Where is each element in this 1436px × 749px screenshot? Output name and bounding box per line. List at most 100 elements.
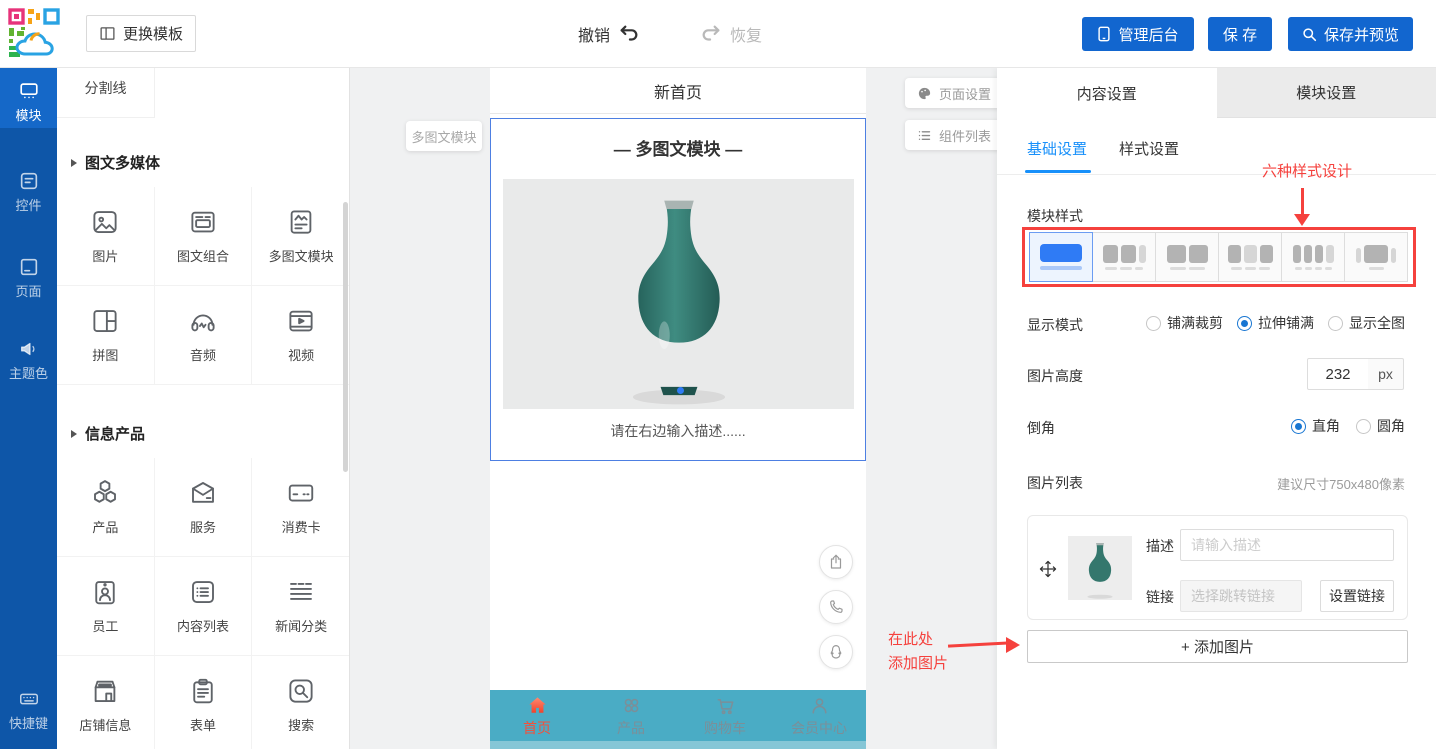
display-mode-options: 铺满裁剪 拉伸铺满 显示全图 bbox=[1146, 313, 1405, 333]
redo-icon bbox=[700, 23, 722, 45]
vase-thumbnail bbox=[1081, 542, 1119, 600]
image-size-hint: 建议尺寸750x480像素 bbox=[1277, 474, 1405, 493]
component-item-form[interactable]: 表单 bbox=[155, 656, 253, 749]
component-item-news-category[interactable]: 新闻分类 bbox=[252, 557, 350, 656]
module-image[interactable] bbox=[503, 179, 854, 409]
nav-item-products[interactable]: 产品 bbox=[584, 690, 678, 741]
tab-module-settings[interactable]: 模块设置 bbox=[1217, 68, 1436, 118]
component-item-puzzle[interactable]: 拼图 bbox=[57, 286, 155, 385]
mobile-icon bbox=[1097, 26, 1111, 42]
radio-fill-crop[interactable]: 铺满裁剪 bbox=[1146, 313, 1223, 333]
search-icon bbox=[1302, 27, 1317, 42]
headphones-icon bbox=[188, 306, 218, 336]
image-height-input[interactable] bbox=[1307, 358, 1369, 390]
admin-backend-button[interactable]: 管理后台 bbox=[1082, 17, 1194, 51]
image-thumbnail[interactable] bbox=[1068, 536, 1132, 600]
section-header-media[interactable]: 图文多媒体 bbox=[57, 152, 350, 173]
component-list-button[interactable]: 组件列表 bbox=[905, 120, 1005, 150]
style-option-3[interactable] bbox=[1155, 232, 1219, 282]
id-badge-icon bbox=[90, 577, 120, 607]
component-item-content-list[interactable]: 内容列表 bbox=[155, 557, 253, 656]
qq-fab[interactable] bbox=[819, 635, 853, 669]
style-option-5[interactable] bbox=[1281, 232, 1345, 282]
clipboard-icon bbox=[188, 676, 218, 706]
component-item-consume-card[interactable]: 消费卡 bbox=[252, 458, 350, 557]
image-list-label: 图片列表 bbox=[1027, 473, 1083, 493]
change-template-label: 更换模板 bbox=[123, 23, 183, 44]
redo-button[interactable]: 恢复 bbox=[700, 18, 762, 50]
annotation-arrow-right-head bbox=[1006, 637, 1020, 653]
module-floating-label: 多图文模块 bbox=[406, 121, 482, 151]
radio-stretch-fill[interactable]: 拉伸铺满 bbox=[1237, 313, 1314, 333]
template-icon bbox=[99, 25, 116, 42]
link-input[interactable] bbox=[1180, 580, 1302, 612]
component-item-search[interactable]: 搜索 bbox=[252, 656, 350, 749]
panel-scrollbar[interactable] bbox=[343, 202, 348, 472]
nav-item-member-center[interactable]: 会员中心 bbox=[772, 690, 866, 741]
editor-canvas: 多图文模块 新首页 — 多图文模块 — bbox=[350, 68, 997, 749]
rail-item-modules[interactable]: 模块 bbox=[0, 68, 57, 128]
image-icon bbox=[90, 207, 120, 237]
annotation-arrow-down bbox=[1301, 188, 1304, 216]
multi-image-module-selected[interactable]: — 多图文模块 — 请在右边输入描述...... bbox=[490, 118, 866, 461]
controls-icon bbox=[18, 170, 40, 192]
component-item-audio[interactable]: 音频 bbox=[155, 286, 253, 385]
radio-round-corner[interactable]: 圆角 bbox=[1356, 416, 1405, 436]
card-icon bbox=[286, 478, 316, 508]
cubes-icon bbox=[90, 478, 120, 508]
radio-show-full[interactable]: 显示全图 bbox=[1328, 313, 1405, 333]
phone-fab[interactable] bbox=[819, 590, 853, 624]
undo-button[interactable]: 撤销 bbox=[578, 18, 640, 50]
set-link-button[interactable]: 设置链接 bbox=[1320, 580, 1394, 612]
component-item-divider[interactable]: 分割线 bbox=[57, 68, 155, 118]
rail-item-theme-color[interactable]: 主题色 bbox=[0, 338, 57, 382]
style-option-1-selected[interactable] bbox=[1029, 232, 1093, 282]
subtab-style-settings[interactable]: 样式设置 bbox=[1119, 138, 1179, 159]
subtab-basic-settings[interactable]: 基础设置 bbox=[1027, 138, 1087, 159]
rail-item-controls[interactable]: 控件 bbox=[0, 170, 57, 214]
list-menu-icon bbox=[917, 128, 932, 143]
component-item-video[interactable]: 视频 bbox=[252, 286, 350, 385]
qq-icon bbox=[827, 643, 845, 661]
media-grid: 图片 图文组合 多图文模块 拼图 音频 视频 bbox=[57, 187, 350, 385]
rail-item-pages[interactable]: 页面 bbox=[0, 256, 57, 300]
style-option-2[interactable] bbox=[1092, 232, 1156, 282]
cart-icon bbox=[714, 694, 737, 717]
component-item-image[interactable]: 图片 bbox=[57, 187, 155, 286]
radio-icon bbox=[1356, 419, 1371, 434]
nav-item-home[interactable]: 首页 bbox=[490, 690, 584, 741]
component-item-shop-info[interactable]: 店铺信息 bbox=[57, 656, 155, 749]
lines-icon bbox=[286, 577, 316, 607]
component-item-multi-image-module[interactable]: 多图文模块 bbox=[252, 187, 350, 286]
video-icon bbox=[286, 306, 316, 336]
home-icon bbox=[526, 694, 549, 717]
desc-input[interactable] bbox=[1180, 529, 1394, 561]
add-image-button[interactable]: + 添加图片 bbox=[1027, 630, 1408, 663]
desc-field-label: 描述 bbox=[1146, 536, 1174, 556]
storefront-icon bbox=[90, 676, 120, 706]
share-fab[interactable] bbox=[819, 545, 853, 579]
phone-bottom-edge bbox=[490, 741, 866, 749]
annotation-arrow-down-head bbox=[1294, 214, 1310, 226]
radio-right-angle[interactable]: 直角 bbox=[1291, 416, 1340, 436]
nav-item-cart[interactable]: 购物车 bbox=[678, 690, 772, 741]
image-height-unit: px bbox=[1368, 358, 1404, 390]
style-option-4[interactable] bbox=[1218, 232, 1282, 282]
component-item-service[interactable]: 服务 bbox=[155, 458, 253, 557]
component-item-image-text-combo[interactable]: 图文组合 bbox=[155, 187, 253, 286]
rail-item-shortcuts[interactable]: 快捷键 bbox=[0, 688, 57, 732]
component-item-product[interactable]: 产品 bbox=[57, 458, 155, 557]
drag-handle-icon[interactable] bbox=[1038, 559, 1058, 579]
page-settings-button[interactable]: 页面设置 bbox=[905, 78, 1005, 108]
tab-content-settings[interactable]: 内容设置 bbox=[997, 68, 1217, 118]
save-and-preview-button[interactable]: 保存并预览 bbox=[1288, 17, 1413, 51]
phone-page-title: 新首页 bbox=[490, 68, 866, 114]
list-icon bbox=[188, 577, 218, 607]
component-item-staff[interactable]: 员工 bbox=[57, 557, 155, 656]
save-button[interactable]: 保 存 bbox=[1208, 17, 1272, 51]
section-header-info-products[interactable]: 信息产品 bbox=[57, 423, 350, 444]
style-option-6[interactable] bbox=[1344, 232, 1408, 282]
keyboard-icon bbox=[18, 688, 40, 710]
change-template-button[interactable]: 更换模板 bbox=[86, 15, 196, 52]
image-height-label: 图片高度 bbox=[1027, 366, 1083, 386]
